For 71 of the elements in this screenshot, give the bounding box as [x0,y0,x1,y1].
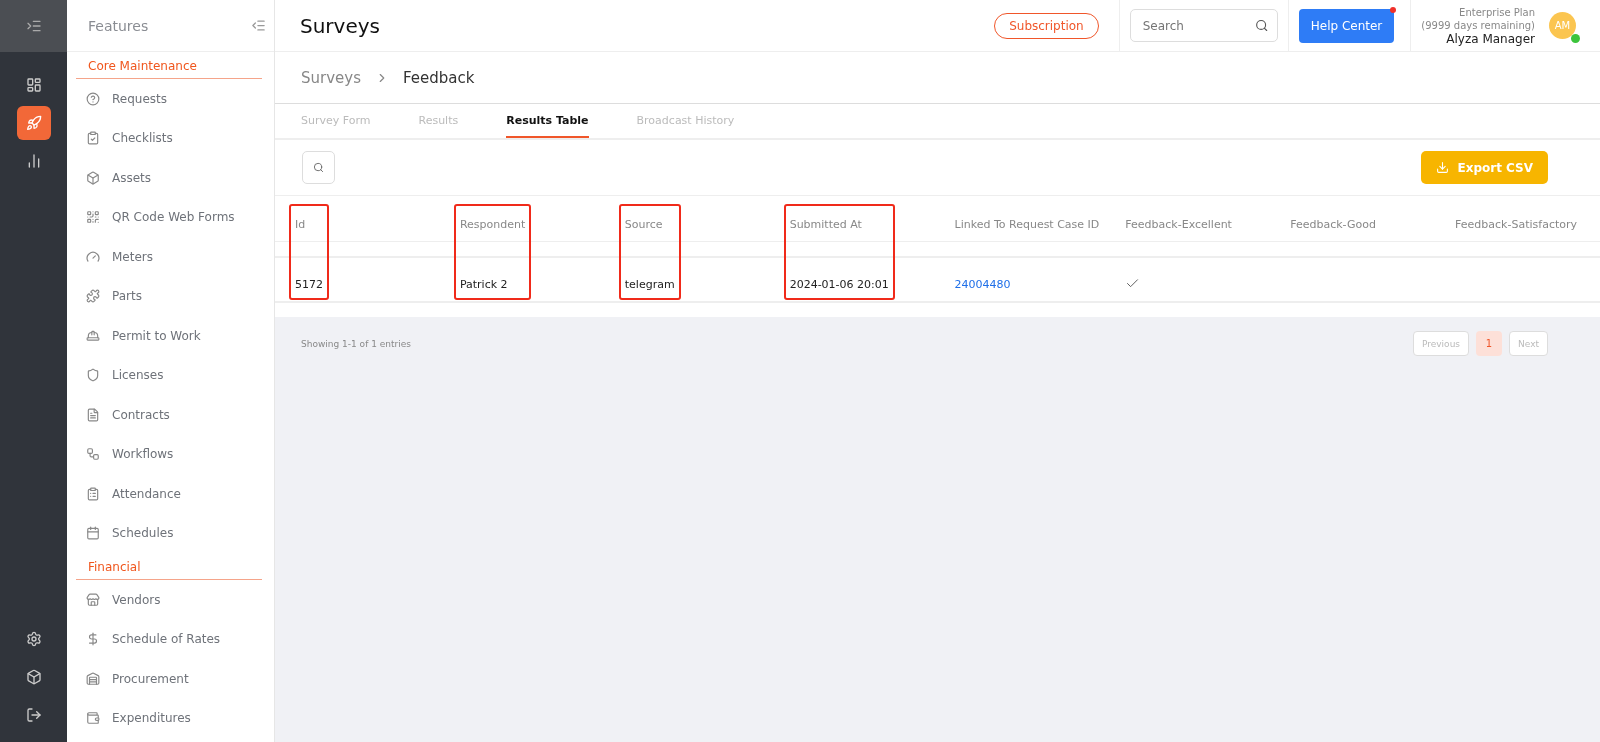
table-cell: 5172 [295,278,323,291]
plan-name: Enterprise Plan [1459,5,1535,19]
column-header: Linked To Request Case ID [954,218,1100,231]
menu-item[interactable]: Schedules [67,513,274,553]
table-cell: 2024-01-06 20:01 [789,278,889,291]
question-icon [86,91,100,106]
rocket-icon [25,115,42,131]
gauge-icon [86,249,100,264]
workflow-icon [86,447,100,462]
store-icon [86,592,100,607]
panel-title: Features [88,17,149,34]
breadcrumb-item: Feedback [403,68,475,87]
search-icon [313,162,324,173]
search-icon [1255,18,1269,33]
plan-remaining: (9999 days remaining) [1421,18,1535,32]
menu-item[interactable]: Expenditures [67,698,274,738]
checklist-icon [86,131,100,146]
entries-summary: Showing 1-1 of 1 entries [301,338,411,349]
settings-icon [25,631,42,647]
menu-item[interactable]: Meters [67,237,274,277]
search-field[interactable]: Search [1129,9,1278,42]
menu-item[interactable]: Parts [67,276,274,316]
menu-item[interactable]: Requests [67,79,274,119]
qr-code-icon [86,210,100,225]
menu-item[interactable]: Licenses [67,355,274,395]
menu-item[interactable]: Assets [67,158,274,198]
section-title: Financial [76,553,262,580]
help-center-button[interactable]: Help Center [1298,8,1395,43]
menu-item[interactable]: Procurement [67,659,274,699]
breadcrumb-item[interactable]: Surveys [301,68,361,87]
document-icon [86,407,100,422]
page-button[interactable]: 1 [1476,331,1503,356]
table-cell-text: Patrick 2 [459,278,509,291]
menu-item[interactable]: Contracts [67,395,274,435]
hard-hat-icon [86,328,100,343]
logout-icon [25,707,42,723]
column-header: Feedback-Satisfactory [1455,218,1578,231]
column-header: Feedback-Excellent [1125,218,1232,231]
menu-item[interactable]: QR Code Web Forms [67,197,274,237]
column-header: Feedback-Good [1290,218,1376,231]
dollar-icon [86,632,100,647]
section-title: Core Maintenance [76,52,262,79]
expand-menu-icon[interactable] [25,18,42,34]
subscription-button[interactable]: Subscription [994,12,1099,39]
menu-item[interactable]: Checklists [67,118,274,158]
case-id-link[interactable]: 24004480 [954,278,1100,291]
user-name: Alyza Manager [1446,31,1535,46]
menu-item[interactable]: Schedule of Rates [67,619,274,659]
page-title: Surveys [300,13,381,38]
tab[interactable]: Results Table [506,104,589,138]
menu-item[interactable]: Workflows [67,434,274,474]
shield-icon [86,368,100,383]
wallet-icon [86,711,100,726]
rail-button[interactable] [16,106,51,140]
cube-icon [25,669,42,685]
download-icon [1436,161,1450,174]
menu-item[interactable]: Attendance [67,474,274,514]
table-cell: telegram [624,278,675,291]
clipboard-icon [86,486,100,501]
menu-item[interactable]: Permit to Work [67,316,274,356]
dashboard-icon [25,77,42,93]
column-header: Id [295,218,307,231]
column-header: Respondent [459,218,526,231]
puzzle-icon [86,289,100,304]
column-header: Source [624,218,664,231]
collapse-icon[interactable] [251,18,266,33]
column-header: Submitted At [789,218,863,231]
warehouse-icon [86,671,100,686]
calendar-icon [86,526,100,541]
menu-item[interactable]: Vendors [67,580,274,620]
cube-icon [86,170,100,185]
